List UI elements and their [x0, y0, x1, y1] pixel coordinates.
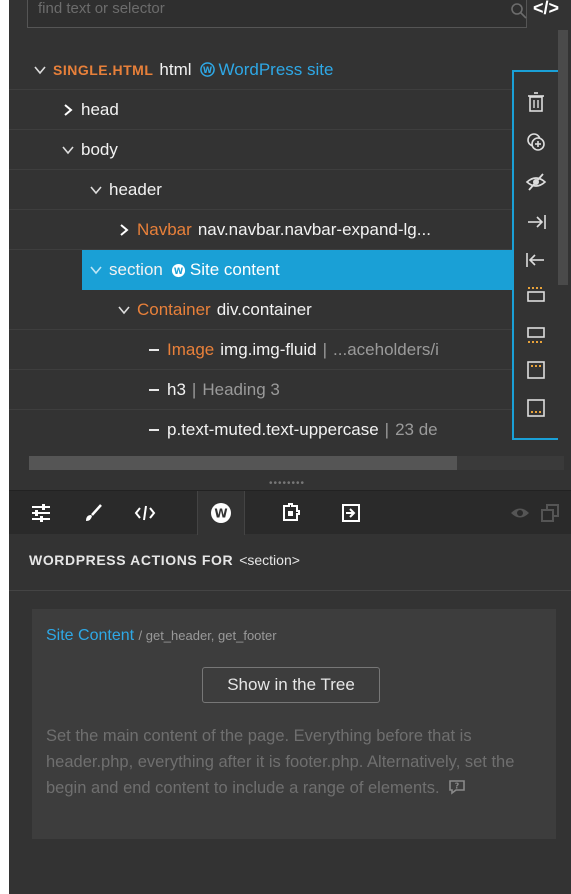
- insert-before-icon[interactable]: [524, 282, 548, 306]
- tab-code[interactable]: [121, 491, 169, 535]
- hide-icon[interactable]: [524, 170, 548, 194]
- leaf-dash-icon: [149, 388, 159, 391]
- tab-export[interactable]: [327, 491, 375, 535]
- root-wordpress-badge[interactable]: W WordPress site: [199, 59, 334, 80]
- chevron-down-icon[interactable]: [61, 143, 75, 157]
- duplicate-icon[interactable]: [524, 130, 548, 154]
- tree-row-image[interactable]: Image img.img-fluid | ...aceholders/i: [9, 330, 514, 370]
- actions-element: <section>: [239, 552, 300, 568]
- tab-preview[interactable]: [505, 491, 535, 535]
- trash-icon[interactable]: [524, 90, 548, 114]
- tree-row-section-selected[interactable]: section W Site content: [82, 250, 514, 290]
- code-view-toggle-icon[interactable]: </>: [533, 0, 563, 22]
- tab-components[interactable]: [267, 491, 315, 535]
- body-label: body: [81, 139, 118, 159]
- p-label: p.text-muted.text-uppercase: [167, 419, 379, 439]
- panel-resize-handle[interactable]: ••••••••: [269, 478, 305, 489]
- navbar-component-tag: Navbar: [137, 219, 192, 239]
- tree-row-h3[interactable]: h3 | Heading 3: [9, 370, 514, 410]
- h3-label: h3: [167, 379, 186, 399]
- svg-text:W: W: [174, 265, 184, 275]
- chevron-down-icon[interactable]: [89, 183, 103, 197]
- pinegrow-panel: </> SINGLE.HTML html W WordPress site he…: [9, 0, 571, 894]
- puzzle-icon: [283, 503, 300, 521]
- root-tag: SINGLE.HTML: [53, 61, 154, 78]
- header-label: header: [109, 179, 162, 199]
- wordpress-actions-title: WORDPRESS ACTIONS FOR <section>: [29, 552, 300, 568]
- navbar-label: nav.navbar.navbar-expand-lg...: [197, 219, 431, 239]
- p-extra: 23 de: [395, 419, 438, 439]
- separator: |: [191, 379, 197, 399]
- site-content-action-card: Site Content / get_header, get_footer Sh…: [32, 609, 556, 839]
- svg-text:W: W: [202, 65, 212, 75]
- show-in-tree-button[interactable]: Show in the Tree: [202, 667, 380, 703]
- container-label: div.container: [216, 299, 312, 319]
- tree-horizontal-scrollbar[interactable]: [29, 456, 457, 470]
- action-functions: / get_header, get_footer: [138, 628, 277, 643]
- separator: |: [322, 339, 328, 359]
- container-component-tag: Container: [137, 299, 211, 319]
- chevron-down-icon[interactable]: [89, 263, 103, 277]
- divider: [9, 590, 571, 591]
- tab-detach[interactable]: [535, 491, 565, 535]
- code-icon: [134, 505, 156, 521]
- section-label: section: [109, 260, 163, 279]
- svg-text:?: ?: [455, 782, 460, 791]
- chevron-right-icon[interactable]: [117, 223, 131, 237]
- tree-row-p[interactable]: p.text-muted.text-uppercase | 23 de: [9, 410, 514, 442]
- search-icon[interactable]: [510, 2, 528, 20]
- action-description-text: Set the main content of the page. Everyt…: [46, 727, 515, 797]
- panel-tab-bar: W: [9, 490, 571, 535]
- root-wp-label: WordPress site: [218, 59, 334, 79]
- tree-row-navbar[interactable]: Navbar nav.navbar.navbar-expand-lg...: [9, 210, 514, 250]
- head-label: head: [81, 99, 119, 119]
- element-tree: SINGLE.HTML html W WordPress site head b…: [9, 50, 514, 442]
- wordpress-icon: W: [211, 503, 231, 523]
- eye-icon: [511, 508, 529, 518]
- insert-inside-end-icon[interactable]: [524, 396, 548, 420]
- sliders-icon: [32, 504, 50, 522]
- detach-window-icon: [541, 504, 559, 522]
- leaf-dash-icon: [149, 348, 159, 351]
- brush-icon: [86, 504, 102, 521]
- action-header: Site Content / get_header, get_footer: [46, 627, 277, 645]
- tree-vertical-scrollbar[interactable]: [558, 30, 568, 285]
- insert-after-icon[interactable]: [524, 324, 548, 348]
- wordpress-icon: W: [171, 263, 185, 277]
- root-label: html: [159, 59, 192, 79]
- search-bar: [27, 0, 527, 28]
- insert-inside-start-icon[interactable]: [524, 358, 548, 382]
- indent-icon[interactable]: [524, 210, 548, 234]
- section-wp-label: Site content: [189, 260, 280, 279]
- tab-wordpress[interactable]: W: [197, 491, 245, 535]
- svg-text:W: W: [214, 507, 227, 521]
- chevron-down-icon[interactable]: [117, 303, 131, 317]
- outdent-icon[interactable]: [524, 248, 548, 272]
- actions-title-text: WORDPRESS ACTIONS FOR: [29, 552, 234, 568]
- chevron-right-icon[interactable]: [61, 103, 75, 117]
- wordpress-icon: W: [199, 62, 215, 77]
- action-description: Set the main content of the page. Everyt…: [46, 723, 546, 801]
- image-extra: ...aceholders/i: [333, 339, 439, 359]
- tree-row-root[interactable]: SINGLE.HTML html W WordPress site: [9, 50, 514, 90]
- export-icon: [342, 504, 360, 522]
- separator: |: [384, 419, 390, 439]
- tab-style[interactable]: [69, 491, 117, 535]
- image-label: img.img-fluid: [220, 339, 317, 359]
- help-icon[interactable]: ?: [448, 779, 466, 795]
- search-input[interactable]: [28, 0, 526, 22]
- tree-row-head[interactable]: head: [9, 90, 514, 130]
- action-name-link[interactable]: Site Content: [46, 627, 134, 644]
- element-action-toolbar: [512, 70, 558, 440]
- section-wordpress-badge[interactable]: W Site content: [171, 260, 280, 280]
- tab-properties[interactable]: [17, 491, 65, 535]
- tree-row-header[interactable]: header: [9, 170, 514, 210]
- chevron-down-icon[interactable]: [33, 63, 47, 77]
- image-component-tag: Image: [167, 339, 215, 359]
- tree-row-container[interactable]: Container div.container: [9, 290, 514, 330]
- h3-extra: Heading 3: [202, 379, 280, 399]
- leaf-dash-icon: [149, 428, 159, 431]
- tree-row-body[interactable]: body: [9, 130, 514, 170]
